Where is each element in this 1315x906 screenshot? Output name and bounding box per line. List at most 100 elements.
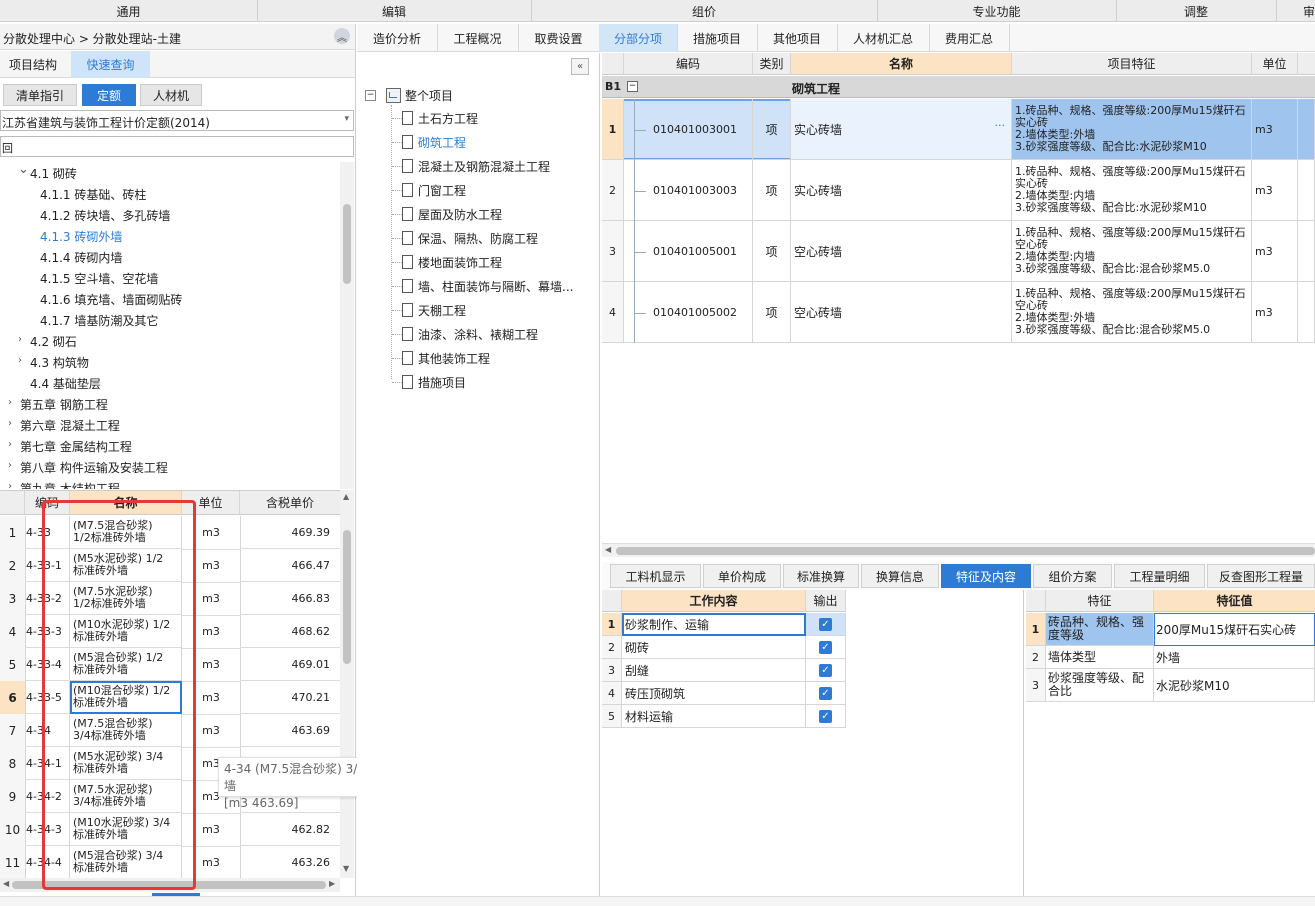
tree-item[interactable]: › 第五章 钢筋工程: [0, 393, 340, 414]
work-row[interactable]: 1 砂浆制作、运输 ✓: [602, 613, 846, 636]
menu-edit[interactable]: 编辑: [257, 0, 532, 22]
grid-row[interactable]: 1 010401003001 项实心砖墙 ··· 1.砖品种、规格、强度等级:200厚M…: [602, 99, 1315, 160]
tab-conversion-info[interactable]: 换算信息: [861, 564, 939, 588]
tree-item[interactable]: › 4.2 砌石: [0, 330, 340, 351]
more-options-icon[interactable]: ···: [995, 119, 1006, 132]
chevron-right-icon[interactable]: ›: [8, 397, 12, 408]
project-tree-item[interactable]: 其他装饰工程: [392, 349, 490, 367]
project-tree-item[interactable]: 油漆、涂料、裱糊工程: [392, 325, 538, 343]
tree-item[interactable]: › 第九章 木结构工程: [0, 477, 340, 489]
grid-row-name[interactable]: 空心砖墙: [791, 282, 1012, 343]
minus-box-icon[interactable]: −: [365, 89, 376, 101]
tree-item[interactable]: 4.4 基础垫层: [0, 372, 340, 393]
quota-select[interactable]: 江苏省建筑与装饰工程计价定额(2014) ▾: [0, 110, 354, 131]
project-tree-item[interactable]: 楼地面装饰工程: [392, 253, 502, 271]
work-row[interactable]: 3 刮缝 ✓: [602, 659, 846, 682]
tab-bill-guide[interactable]: 清单指引: [3, 84, 77, 106]
menu-professional[interactable]: 专业功能: [877, 0, 1117, 22]
scroll-down-icon[interactable]: ▼: [343, 864, 349, 873]
search-input[interactable]: 回: [0, 136, 354, 157]
tab-quota[interactable]: 定额: [82, 84, 136, 106]
scroll-left-icon[interactable]: ◀: [3, 879, 9, 888]
grid-hscrollbar[interactable]: ◀: [602, 543, 1315, 557]
scroll-left-icon[interactable]: ◀: [605, 545, 611, 554]
collapse-icon[interactable]: ︽: [334, 28, 350, 44]
work-row-output[interactable]: ✓: [806, 636, 846, 659]
tab-feature-content[interactable]: 特征及内容: [941, 564, 1031, 588]
tab-project-overview[interactable]: 工程概况: [437, 24, 519, 52]
work-row-output[interactable]: ✓: [806, 659, 846, 682]
tab-standard-conversion[interactable]: 标准换算: [783, 564, 859, 588]
grid-row-name[interactable]: 实心砖墙 ···: [791, 99, 1012, 160]
tree-item[interactable]: 4.1.5 空斗墙、空花墙: [0, 267, 340, 288]
tab-fee-summary[interactable]: 费用汇总: [929, 24, 1010, 52]
tree-item[interactable]: › 第七章 金属结构工程: [0, 435, 340, 456]
project-tree-item[interactable]: 墙、柱面装饰与隔断、幕墙...: [392, 277, 573, 295]
tab-measures[interactable]: 措施项目: [677, 24, 758, 52]
grid-row[interactable]: 3 010401005001 项空心砖墙 1.砖品种、规格、强度等级:200厚Mu15…: [602, 221, 1315, 282]
tree-item[interactable]: 4.1.1 砖基础、砖柱: [0, 183, 340, 204]
chevron-right-icon[interactable]: ›: [8, 460, 12, 471]
hscrollbar-thumb[interactable]: [616, 547, 1315, 555]
project-tree-item[interactable]: 土石方工程: [392, 109, 478, 127]
feature-row[interactable]: 3 砂浆强度等级、配合比 水泥砂浆M10: [1026, 669, 1315, 702]
grid-row[interactable]: 2 010401003003 项实心砖墙 1.砖品种、规格、强度等级:200厚Mu15…: [602, 160, 1315, 221]
tree-item[interactable]: 4.1.2 砖块墙、多孔砖墙: [0, 204, 340, 225]
project-tree-item[interactable]: 措施项目: [392, 373, 466, 391]
tab-labor-material-display[interactable]: 工料机显示: [610, 564, 701, 588]
feature-row-value[interactable]: 水泥砂浆M10: [1154, 669, 1315, 702]
work-row[interactable]: 5 材料运输 ✓: [602, 705, 846, 728]
tree-item[interactable]: 4.1.6 填充墙、墙面砌贴砖: [0, 288, 340, 309]
tab-subitems[interactable]: 分部分项: [599, 24, 678, 52]
grid-row-name[interactable]: 实心砖墙: [791, 160, 1012, 221]
tab-project-structure[interactable]: 项目结构: [0, 51, 66, 77]
chevron-right-icon[interactable]: ›: [8, 418, 12, 429]
checkbox-checked-icon[interactable]: ✓: [819, 617, 832, 631]
tab-pricing-scheme[interactable]: 组价方案: [1033, 564, 1112, 588]
tree-scrollbar[interactable]: [340, 162, 354, 489]
tab-reverse-check[interactable]: 反查图形工程量: [1207, 564, 1315, 588]
work-row[interactable]: 2 砌砖 ✓: [602, 636, 846, 659]
chevron-right-icon[interactable]: ›: [8, 481, 12, 489]
work-row-output[interactable]: ✓: [806, 705, 846, 728]
chevron-right-icon[interactable]: ›: [18, 355, 22, 366]
tree-item[interactable]: › 第六章 混凝土工程: [0, 414, 340, 435]
collapse-left-icon[interactable]: «: [571, 58, 589, 75]
project-tree-item[interactable]: 门窗工程: [392, 181, 466, 199]
checkbox-checked-icon[interactable]: ✓: [819, 640, 832, 654]
group-row[interactable]: B1 − 砌筑工程: [602, 76, 1315, 98]
tab-labor-material[interactable]: 人材机: [140, 84, 202, 106]
tab-unit-price-composition[interactable]: 单价构成: [703, 564, 781, 588]
feature-row-value[interactable]: 200厚Mu15煤矸石实心砖: [1154, 613, 1315, 646]
chevron-right-icon[interactable]: ›: [8, 439, 12, 450]
work-row-output[interactable]: ✓: [806, 613, 846, 636]
tree-item[interactable]: 4.1.4 砖砌内墙: [0, 246, 340, 267]
tree-item[interactable]: › 第八章 构件运输及安装工程: [0, 456, 340, 477]
work-row[interactable]: 4 砖压顶砌筑 ✓: [602, 682, 846, 705]
menu-general[interactable]: 通用: [0, 0, 258, 22]
chevron-right-icon[interactable]: ›: [18, 334, 22, 345]
tree-item[interactable]: 4.1.3 砖砌外墙: [0, 225, 340, 246]
chevron-down-icon[interactable]: ▾: [344, 114, 349, 124]
feature-row[interactable]: 1 砖品种、规格、强度等级 200厚Mu15煤矸石实心砖: [1026, 613, 1315, 646]
scroll-up-icon[interactable]: ▲: [343, 492, 349, 501]
work-row-output[interactable]: ✓: [806, 682, 846, 705]
project-tree-item[interactable]: 保温、隔热、防腐工程: [392, 229, 538, 247]
menu-review[interactable]: 审: [1276, 0, 1315, 22]
tab-fee-settings[interactable]: 取费设置: [518, 24, 600, 52]
tab-quick-query[interactable]: 快速查询: [71, 51, 150, 78]
scrollbar-thumb[interactable]: [343, 204, 351, 284]
tree-item[interactable]: 4.1.7 墙基防潮及其它: [0, 309, 340, 330]
project-tree-item[interactable]: 砌筑工程: [392, 133, 466, 151]
tab-labor-summary[interactable]: 人材机汇总: [837, 24, 930, 52]
tab-other-items[interactable]: 其他项目: [757, 24, 838, 52]
checkbox-checked-icon[interactable]: ✓: [819, 663, 832, 677]
project-tree-item[interactable]: 混凝土及钢筋混凝土工程: [392, 157, 550, 175]
menu-pricing[interactable]: 组价: [531, 0, 878, 22]
chevron-down-icon[interactable]: ⌄: [18, 162, 29, 177]
feature-row[interactable]: 2 墙体类型 外墙: [1026, 646, 1315, 669]
checkbox-checked-icon[interactable]: ✓: [819, 709, 832, 723]
scrollbar-thumb[interactable]: [343, 530, 351, 664]
scroll-right-icon[interactable]: ▶: [329, 879, 335, 888]
table-scrollbar[interactable]: ▲ ▼: [340, 490, 354, 878]
